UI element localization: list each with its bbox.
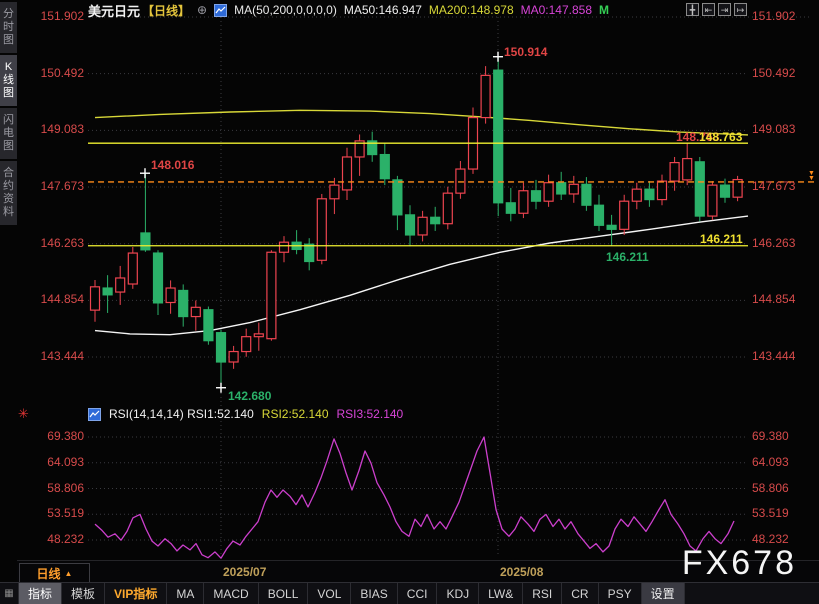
sidebar-tab-分时图[interactable]: 分时图 xyxy=(0,2,17,53)
toolbar-item-BIAS[interactable]: BIAS xyxy=(351,583,397,604)
price-axis-label-right: 150.492 xyxy=(752,67,795,80)
toolbar-item-LW&[interactable]: LW& xyxy=(479,583,523,604)
toolbar-item-模板[interactable]: 模板 xyxy=(62,583,105,604)
toolbar-item-VOL[interactable]: VOL xyxy=(308,583,351,604)
sidebar-tab-闪电图[interactable]: 闪电图 xyxy=(0,108,17,159)
candlestick-chart-canvas[interactable] xyxy=(0,0,819,604)
toolbar-item-BOLL[interactable]: BOLL xyxy=(259,583,309,604)
price-annotation: 148.763 xyxy=(699,130,742,144)
toolbar-item-指标[interactable]: 指标 xyxy=(19,583,62,604)
price-annotation: 148.016 xyxy=(151,158,194,172)
toolbar-item-设置[interactable]: 设置 xyxy=(642,583,685,604)
price-axis-label-right: 147.673 xyxy=(752,180,795,193)
toolbar-item-PSY[interactable]: PSY xyxy=(599,583,642,604)
price-axis-label-left: 149.083 xyxy=(20,123,84,136)
price-annotation: 146.211 xyxy=(700,232,743,246)
toolbar-item-VIP指标[interactable]: VIP指标 xyxy=(105,583,167,604)
rsi-axis-label-left: 69.380 xyxy=(20,430,84,443)
ma200-value: MA200:148.978 xyxy=(429,3,514,17)
ma-settings-label[interactable]: MA(50,200,0,0,0,0) xyxy=(234,3,337,17)
toolbar-item-CR[interactable]: CR xyxy=(562,583,598,604)
rsi2-value: RSI2:52.140 xyxy=(262,407,329,421)
rsi-indicator-icon xyxy=(88,408,101,421)
chart-toolbar-icons: ╋⇤⇥↦ xyxy=(686,3,747,16)
price-axis-label-left: 146.263 xyxy=(20,237,84,250)
toolbar-item-KDJ[interactable]: KDJ xyxy=(437,583,479,604)
price-axis-label-right: 151.902 xyxy=(752,10,795,23)
period-selector-label: 日线 xyxy=(37,565,61,582)
add-indicator-icon[interactable]: ⊕ xyxy=(197,3,207,17)
toolbar-item-MACD[interactable]: MACD xyxy=(204,583,258,604)
price-axis-label-left: 144.854 xyxy=(20,293,84,306)
chart-type-sidebar: 分时图 K线图闪电图合约资料 xyxy=(0,0,17,604)
rsi-axis-label-left: 58.806 xyxy=(20,482,84,495)
toolbar-item-RSI[interactable]: RSI xyxy=(523,583,562,604)
pan-right-icon[interactable]: ↦ xyxy=(734,3,747,16)
price-axis-label-right: 143.444 xyxy=(752,350,795,363)
current-price-marker-icon: ▼▼ xyxy=(808,171,815,181)
sidebar-tab-合约资料[interactable]: 合约资料 xyxy=(0,161,17,225)
rsi-axis-label-left: 53.519 xyxy=(20,507,84,520)
price-axis-label-left: 150.492 xyxy=(20,67,84,80)
price-axis-label-left: 147.673 xyxy=(20,180,84,193)
date-axis-label: 2025/08 xyxy=(500,565,543,579)
toolbar-item-MA[interactable]: MA xyxy=(167,583,204,604)
layout-icon[interactable]: ▦ xyxy=(0,583,19,604)
rsi-settings-label[interactable]: RSI(14,14,14) RSI1:52.140 xyxy=(109,407,254,421)
price-axis-label-left: 151.902 xyxy=(20,10,84,23)
ma0-value: MA0:147.858 xyxy=(521,3,592,17)
date-axis-label: 2025/07 xyxy=(223,565,266,579)
price-annotation: 146.211 xyxy=(606,250,649,264)
price-axis-label-right: 146.263 xyxy=(752,237,795,250)
price-axis-label-right: 149.083 xyxy=(752,123,795,136)
rsi-pane-header: RSI(14,14,14) RSI1:52.140 RSI2:52.140 RS… xyxy=(88,407,403,421)
sidebar-tab-K线图[interactable]: K线图 xyxy=(0,55,17,106)
price-axis-label-right: 144.854 xyxy=(752,293,795,306)
rsi-axis-label-right: 58.806 xyxy=(752,482,789,495)
price-axis-label-left: 143.444 xyxy=(20,350,84,363)
zoom-in-axis-icon[interactable]: ⇥ xyxy=(718,3,731,16)
period-selector[interactable]: 日线 ▲ xyxy=(19,563,90,583)
rsi-axis-label-right: 64.093 xyxy=(752,456,789,469)
time-axis-row: 日线 ▲ FX678 2025/072025/08 xyxy=(0,560,819,583)
ma50-value: MA50:146.947 xyxy=(344,3,422,17)
indicator-toolbar: ▦ 指标模板VIP指标MAMACDBOLLVOLBIASCCIKDJLW&RSI… xyxy=(0,582,819,604)
m-flag: M xyxy=(599,3,609,17)
zoom-out-axis-icon[interactable]: ⇤ xyxy=(702,3,715,16)
rsi-axis-label-right: 69.380 xyxy=(752,430,789,443)
price-annotation: 142.680 xyxy=(228,389,271,403)
rsi-axis-label-right: 53.519 xyxy=(752,507,789,520)
rsi3-value: RSI3:52.140 xyxy=(337,407,404,421)
chart-header: 美元日元【日线】 ⊕ MA(50,200,0,0,0,0) MA50:146.9… xyxy=(88,2,609,18)
fx678-watermark: FX678 xyxy=(682,544,797,583)
price-annotation: 150.914 xyxy=(504,45,547,59)
rsi-axis-label-left: 48.232 xyxy=(20,533,84,546)
indicator-alert-icon[interactable]: ✳ xyxy=(18,406,29,422)
period-label: 【日线】 xyxy=(142,2,190,19)
crosshair-tool-icon[interactable]: ╋ xyxy=(686,3,699,16)
rsi-axis-label-left: 64.093 xyxy=(20,456,84,469)
ma-indicator-icon xyxy=(214,4,227,17)
symbol-name: 美元日元 xyxy=(88,1,140,20)
toolbar-item-CCI[interactable]: CCI xyxy=(398,583,438,604)
chevron-up-icon: ▲ xyxy=(65,569,73,578)
trading-app: { "header": { "symbol": "美元日元", "period"… xyxy=(0,0,819,604)
